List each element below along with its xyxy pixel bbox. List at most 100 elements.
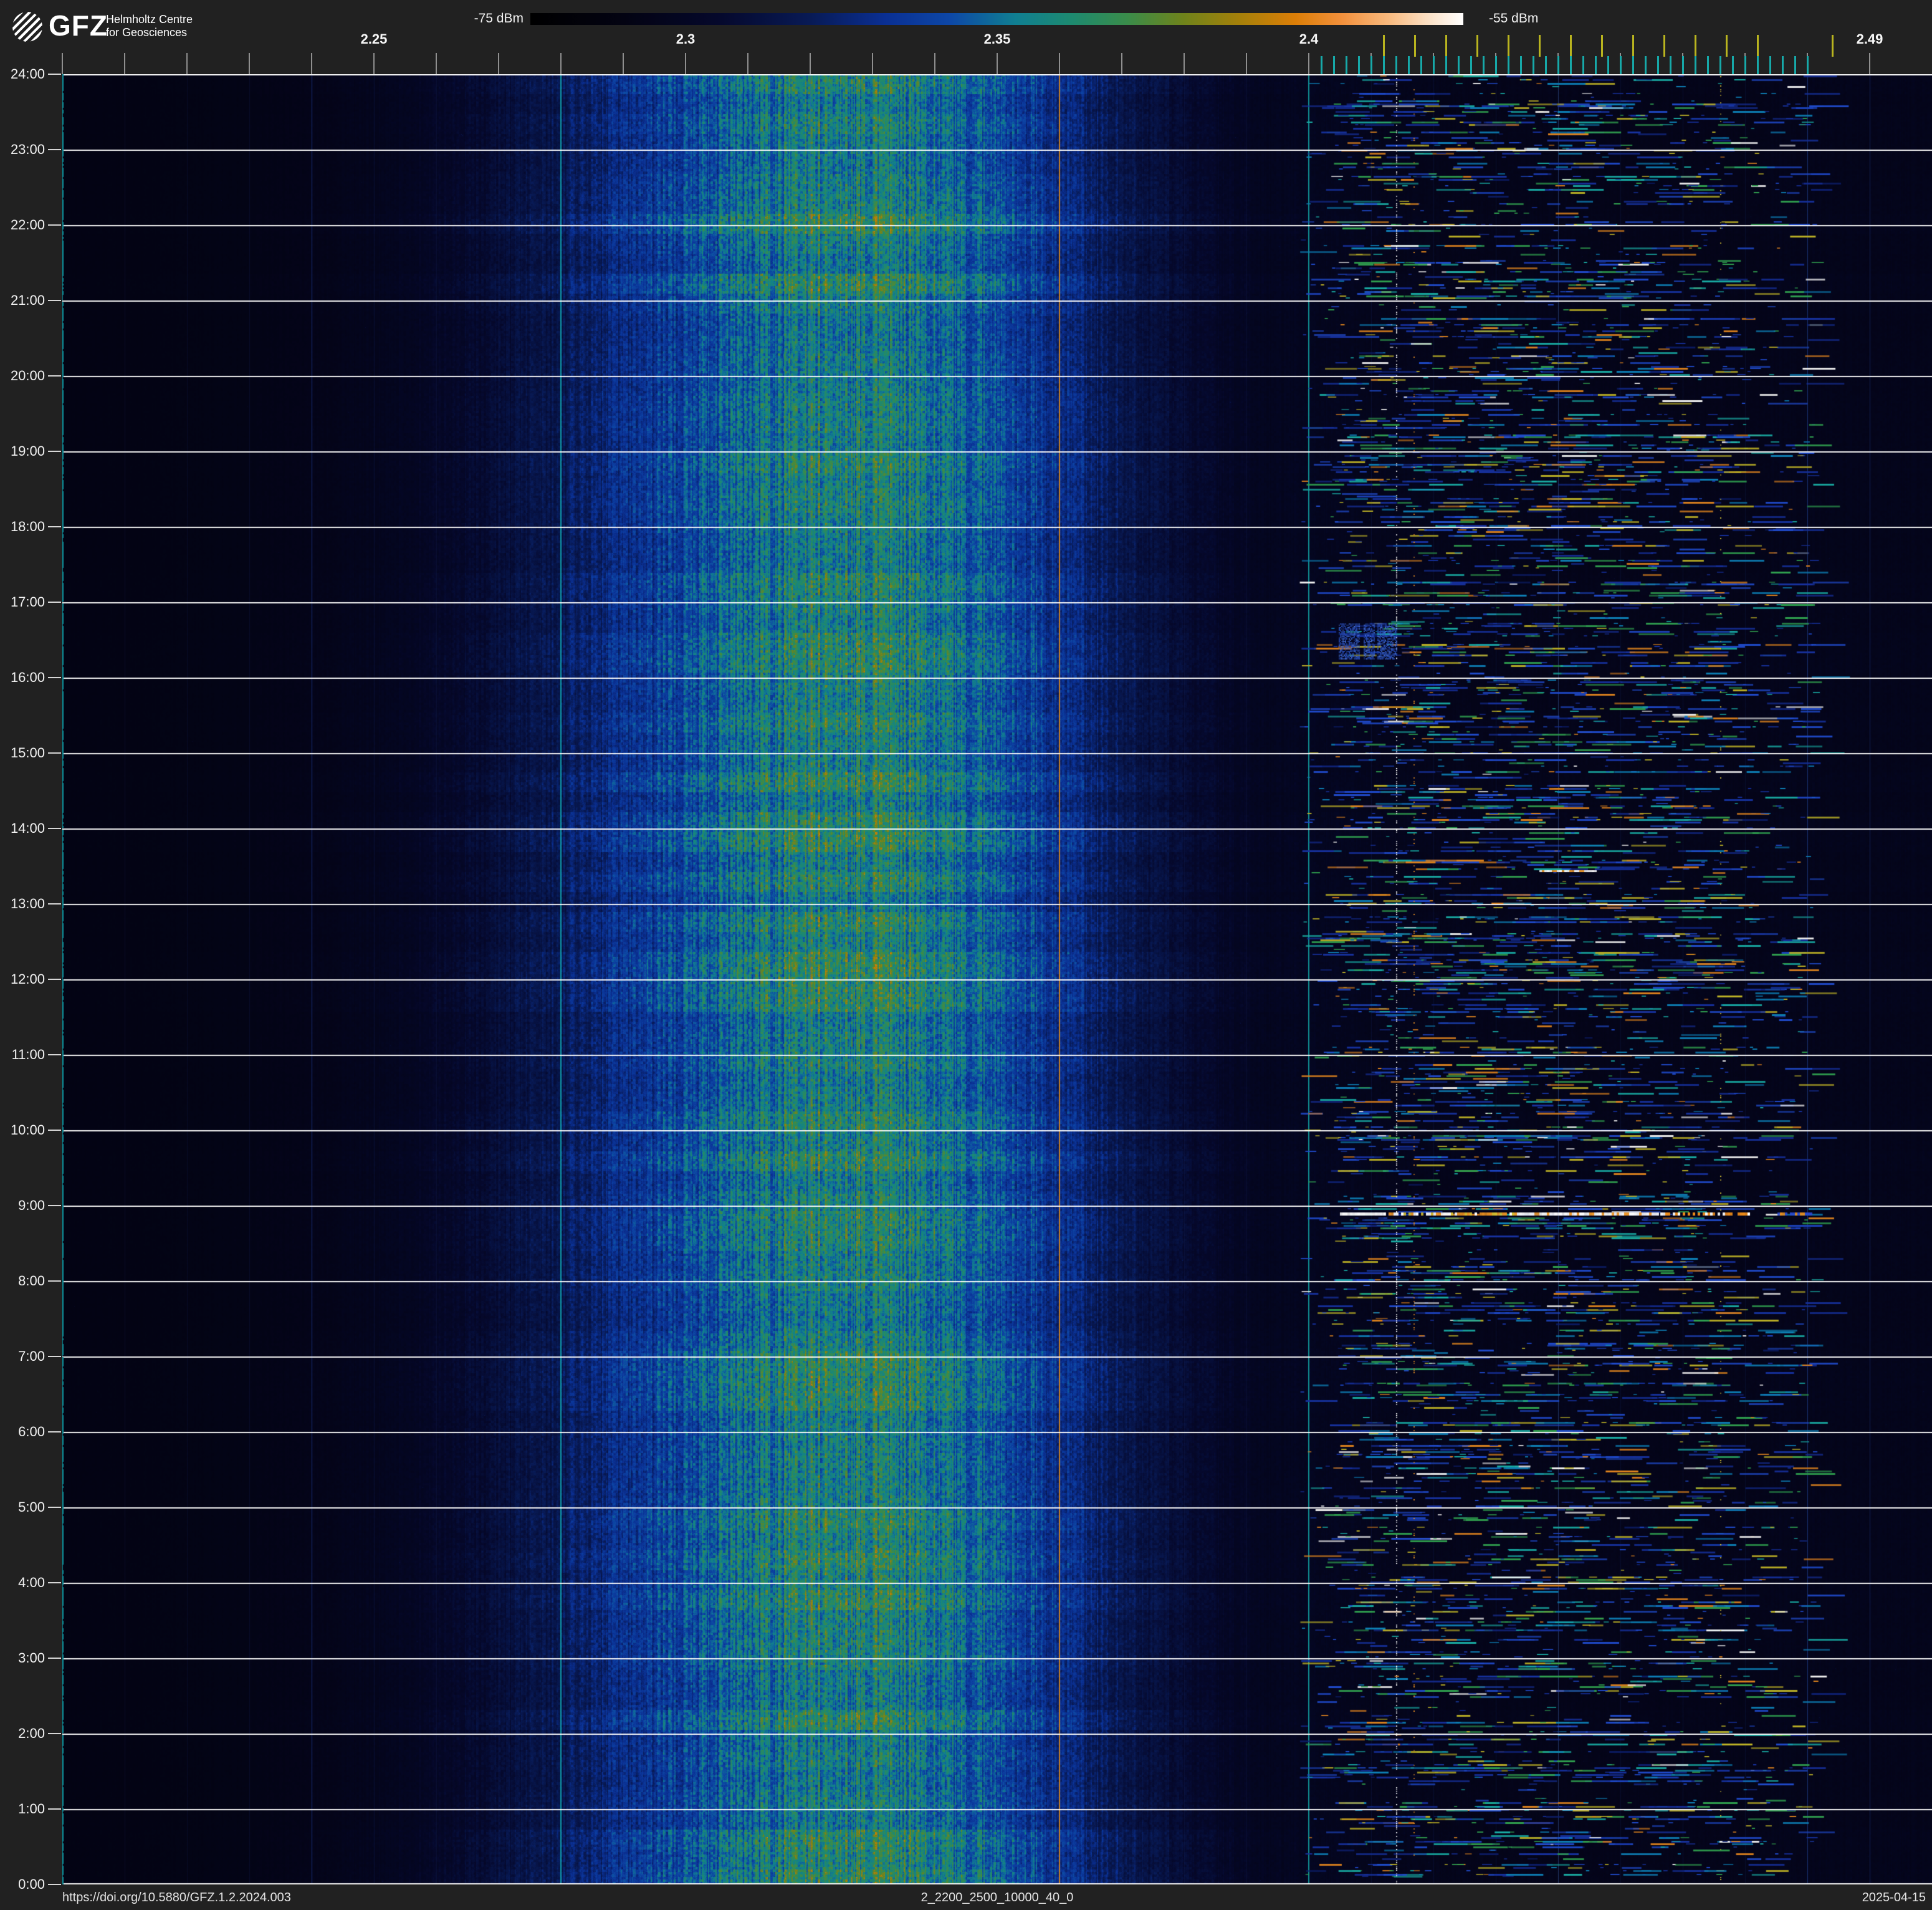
freq-minor-tick xyxy=(436,53,437,74)
time-tick xyxy=(48,1658,61,1659)
ble-channel-tick xyxy=(1620,56,1622,74)
wifi-channel-tick xyxy=(1757,35,1759,57)
freq-minor-tick xyxy=(747,53,748,74)
ble-channel-tick xyxy=(1794,56,1796,74)
time-label: 23:00 xyxy=(10,142,45,157)
footer-doi-link[interactable]: https://doi.org/10.5880/GFZ.1.2.2024.003 xyxy=(62,1890,291,1905)
wifi-channel-tick xyxy=(1832,35,1834,57)
ble-channel-tick xyxy=(1769,56,1771,74)
time-label: 4:00 xyxy=(18,1575,45,1590)
gfz-logo-icon xyxy=(12,12,42,42)
ble-channel-tick xyxy=(1782,56,1784,74)
ble-channel-tick xyxy=(1695,56,1696,74)
time-label: 21:00 xyxy=(10,292,45,308)
time-tick xyxy=(48,526,61,527)
ble-channel-tick xyxy=(1408,56,1410,74)
freq-minor-tick xyxy=(934,53,935,74)
time-tick xyxy=(48,1884,61,1885)
time-label: 8:00 xyxy=(18,1273,45,1289)
freq-minor-tick xyxy=(1869,53,1870,74)
ble-channel-tick xyxy=(1370,56,1372,74)
time-tick xyxy=(48,1130,61,1131)
colorbar-gradient xyxy=(530,13,1463,25)
ble-channel-tick xyxy=(1533,56,1534,74)
time-label: 20:00 xyxy=(10,368,45,383)
ble-channel-tick xyxy=(1744,56,1746,74)
time-tick xyxy=(48,979,61,980)
tagline-line2: for Geosciences xyxy=(106,26,188,39)
time-tick xyxy=(48,1733,61,1734)
tagline-line1: Helmholtz Centre xyxy=(106,13,193,26)
time-tick xyxy=(48,828,61,829)
ble-channel-tick xyxy=(1358,56,1360,74)
wifi-channel-tick xyxy=(1508,35,1509,57)
time-label: 22:00 xyxy=(10,217,45,233)
time-tick xyxy=(48,451,61,452)
time-label: 18:00 xyxy=(10,519,45,534)
time-label: 15:00 xyxy=(10,745,45,761)
time-label: 14:00 xyxy=(10,820,45,836)
freq-minor-tick xyxy=(311,53,312,74)
freq-minor-tick xyxy=(997,53,998,74)
wifi-channel-tick xyxy=(1695,35,1696,57)
freq-minor-tick xyxy=(373,53,375,74)
ble-channel-tick xyxy=(1483,56,1485,74)
time-label: 6:00 xyxy=(18,1424,45,1439)
ble-channel-tick xyxy=(1595,56,1597,74)
ble-channel-tick xyxy=(1682,56,1684,74)
ble-channel-tick xyxy=(1333,56,1335,74)
gfz-wordmark: GFZ xyxy=(49,9,108,42)
ble-channel-tick xyxy=(1670,56,1671,74)
freq-minor-tick xyxy=(623,53,624,74)
ble-channel-tick xyxy=(1807,56,1809,74)
time-tick xyxy=(48,1280,61,1282)
time-label: 12:00 xyxy=(10,971,45,987)
time-label: 10:00 xyxy=(10,1122,45,1138)
time-tick xyxy=(48,602,61,603)
time-tick xyxy=(48,149,61,150)
ble-channel-tick xyxy=(1458,56,1460,74)
time-tick xyxy=(48,1054,61,1055)
freq-minor-tick xyxy=(186,53,188,74)
time-tick xyxy=(48,1582,61,1583)
time-label: 17:00 xyxy=(10,594,45,610)
ble-channel-tick xyxy=(1645,56,1647,74)
gfz-tagline: Helmholtz Centre for Geosciences xyxy=(106,13,193,39)
wifi-channel-tick xyxy=(1476,35,1478,57)
wifi-channel-tick xyxy=(1383,35,1385,57)
freq-minor-tick xyxy=(62,53,63,74)
time-tick xyxy=(48,1808,61,1810)
wifi-channel-tick xyxy=(1601,35,1603,57)
time-tick xyxy=(48,1205,61,1206)
time-label: 2:00 xyxy=(18,1725,45,1741)
time-tick xyxy=(48,1431,61,1432)
time-label: 7:00 xyxy=(18,1348,45,1364)
freq-minor-tick xyxy=(1246,53,1247,74)
freq-minor-tick xyxy=(124,53,125,74)
time-tick xyxy=(48,1356,61,1357)
spectrogram-page: GFZ Helmholtz Centre for Geosciences -75… xyxy=(0,0,1932,1910)
ble-channel-tick xyxy=(1433,56,1435,74)
spectrogram-canvas xyxy=(62,74,1932,1884)
freq-minor-tick xyxy=(872,53,873,74)
ble-channel-tick xyxy=(1545,56,1547,74)
ble-channel-tick xyxy=(1445,56,1447,74)
time-label: 16:00 xyxy=(10,669,45,685)
freq-tick-label: 2.35 xyxy=(983,31,1011,47)
freq-minor-tick xyxy=(1184,53,1185,74)
freq-minor-tick xyxy=(560,53,562,74)
time-label: 0:00 xyxy=(18,1876,45,1892)
ble-channel-tick xyxy=(1420,56,1422,74)
footer-dataset-id: 2_2200_2500_10000_40_0 xyxy=(921,1891,1074,1904)
wifi-channel-tick xyxy=(1414,35,1416,57)
time-tick xyxy=(48,224,61,226)
freq-minor-tick xyxy=(1308,53,1309,74)
time-label: 11:00 xyxy=(11,1047,45,1062)
time-tick xyxy=(48,74,61,75)
time-label: 3:00 xyxy=(18,1650,45,1666)
wifi-channel-tick xyxy=(1570,35,1572,57)
time-label: 1:00 xyxy=(18,1801,45,1816)
time-label: 5:00 xyxy=(18,1499,45,1515)
colorbar-max-label: -55 dBm xyxy=(1489,11,1539,26)
footer-date: 2025-04-15 xyxy=(1862,1891,1926,1904)
